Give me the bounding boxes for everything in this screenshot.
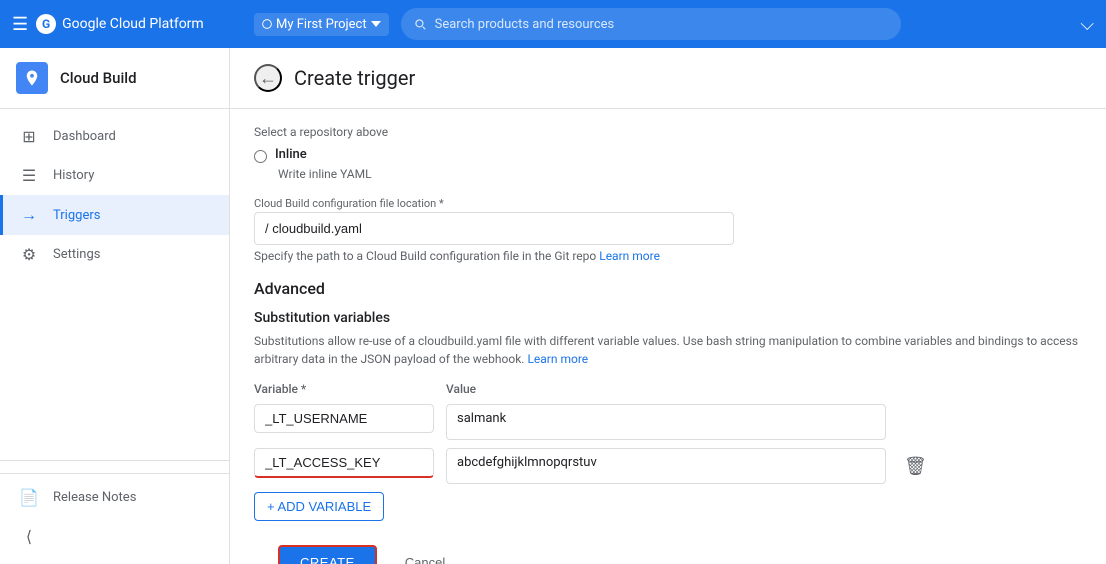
sidebar-item-settings-label: Settings bbox=[53, 247, 100, 262]
learn-more-link-2[interactable]: Learn more bbox=[527, 352, 588, 366]
app-icon bbox=[16, 62, 48, 94]
variable-value-1[interactable]: salmank bbox=[446, 404, 886, 440]
footer-divider bbox=[0, 473, 229, 474]
sidebar-item-triggers-label: Triggers bbox=[53, 208, 100, 223]
search-placeholder: Search products and resources bbox=[435, 17, 615, 32]
menu-icon[interactable]: ☰ bbox=[12, 14, 28, 35]
sidebar-app-title: Cloud Build bbox=[60, 69, 137, 87]
sidebar-item-release-notes-label: Release Notes bbox=[53, 490, 136, 505]
history-icon: ☰ bbox=[19, 166, 39, 185]
variable-name-2[interactable] bbox=[254, 448, 434, 478]
gcp-logo: G Google Cloud Platform bbox=[36, 14, 204, 34]
search-icon bbox=[413, 17, 427, 31]
variable-row-2: abcdefghijklmnopqrstuv 🗑 bbox=[254, 448, 1082, 484]
sidebar-nav: ⊞ Dashboard ☰ History → Triggers ⚙ Setti… bbox=[0, 109, 229, 460]
substitution-vars-title: Substitution variables bbox=[254, 310, 1082, 326]
sidebar-collapse-item[interactable]: ⟨ bbox=[0, 517, 229, 556]
inline-radio-item[interactable]: Inline bbox=[254, 147, 1082, 163]
triggers-icon: → bbox=[19, 205, 39, 225]
create-button[interactable]: CREATE bbox=[278, 545, 377, 564]
collapse-icon: ⟨ bbox=[19, 527, 39, 546]
top-bar: ☰ G Google Cloud Platform My First Proje… bbox=[0, 0, 1106, 48]
variable-value-2[interactable]: abcdefghijklmnopqrstuv bbox=[446, 448, 886, 484]
config-file-hint-text: Specify the path to a Cloud Build config… bbox=[254, 249, 596, 263]
page-header: ← Create trigger bbox=[230, 48, 1106, 109]
sidebar: Cloud Build ⊞ Dashboard ☰ History → Trig… bbox=[0, 48, 230, 564]
form-content: Select a repository above Inline Write i… bbox=[230, 109, 1106, 564]
main-content: ← Create trigger Select a repository abo… bbox=[230, 48, 1106, 564]
variable-header: Variable * bbox=[254, 382, 434, 396]
footer-actions: CREATE Cancel bbox=[254, 529, 1082, 564]
top-bar-right: ⌵ bbox=[1080, 14, 1094, 35]
inline-radio[interactable] bbox=[254, 150, 267, 163]
expand-icon[interactable]: ⌵ bbox=[1080, 14, 1094, 35]
top-bar-left: ☰ G Google Cloud Platform bbox=[12, 14, 242, 35]
variable-headers: Variable * Value bbox=[254, 382, 1082, 400]
sidebar-header: Cloud Build bbox=[0, 48, 229, 109]
project-icon bbox=[262, 19, 272, 29]
sidebar-item-history[interactable]: ☰ History bbox=[0, 156, 229, 195]
sidebar-item-release-notes[interactable]: 📄 Release Notes bbox=[0, 478, 229, 517]
project-name: My First Project bbox=[276, 17, 367, 32]
sidebar-item-dashboard[interactable]: ⊞ Dashboard bbox=[0, 117, 229, 156]
advanced-section-title: Advanced bbox=[254, 279, 1082, 298]
layout: Cloud Build ⊞ Dashboard ☰ History → Trig… bbox=[0, 48, 1106, 564]
substitution-desc-text: Substitutions allow re-use of a cloudbui… bbox=[254, 334, 1078, 366]
settings-icon: ⚙ bbox=[19, 245, 39, 264]
value-header: Value bbox=[446, 382, 476, 396]
google-g-icon: G bbox=[36, 14, 56, 34]
sidebar-item-triggers[interactable]: → Triggers bbox=[0, 195, 229, 235]
page-title: Create trigger bbox=[294, 66, 415, 90]
gcp-logo-text: Google Cloud Platform bbox=[62, 16, 204, 32]
project-selector[interactable]: My First Project bbox=[254, 13, 389, 36]
search-bar[interactable]: Search products and resources bbox=[401, 8, 901, 40]
sidebar-footer: 📄 Release Notes ⟨ bbox=[0, 460, 229, 564]
variable-row-1: salmank bbox=[254, 404, 1082, 440]
inline-radio-group: Inline Write inline YAML bbox=[254, 147, 1082, 181]
sidebar-item-dashboard-label: Dashboard bbox=[53, 129, 116, 144]
add-variable-button[interactable]: + ADD VARIABLE bbox=[254, 492, 384, 521]
dashboard-icon: ⊞ bbox=[19, 127, 39, 146]
config-file-field-group: Cloud Build configuration file location … bbox=[254, 197, 1082, 263]
sidebar-item-settings[interactable]: ⚙ Settings bbox=[0, 235, 229, 274]
inline-sublabel: Write inline YAML bbox=[278, 167, 1082, 181]
substitution-desc: Substitutions allow re-use of a cloudbui… bbox=[254, 332, 1082, 368]
config-file-input[interactable] bbox=[254, 212, 734, 245]
delete-variable-2-button[interactable]: 🗑 bbox=[898, 450, 933, 483]
learn-more-link-1[interactable]: Learn more bbox=[599, 249, 660, 263]
variable-name-1[interactable] bbox=[254, 404, 434, 433]
release-notes-icon: 📄 bbox=[19, 488, 39, 507]
config-file-hint: Specify the path to a Cloud Build config… bbox=[254, 249, 1082, 263]
chevron-down-icon bbox=[371, 19, 381, 29]
config-file-label: Cloud Build configuration file location … bbox=[254, 197, 1082, 210]
cancel-button[interactable]: Cancel bbox=[389, 547, 461, 564]
inline-radio-label: Inline bbox=[275, 147, 307, 162]
back-button[interactable]: ← bbox=[254, 64, 282, 92]
repo-notice: Select a repository above bbox=[254, 125, 1082, 139]
sidebar-item-history-label: History bbox=[53, 168, 94, 183]
